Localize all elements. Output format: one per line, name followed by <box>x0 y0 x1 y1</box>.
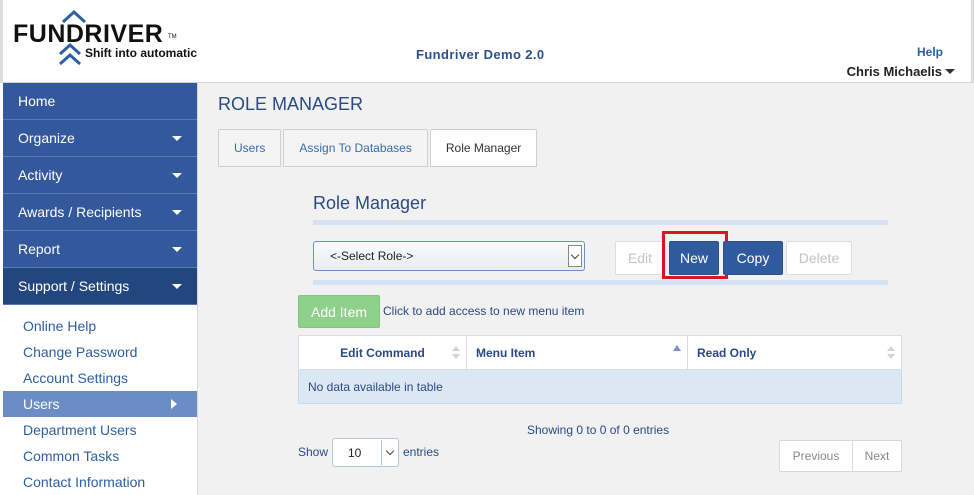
divider <box>313 220 888 225</box>
submenu-item-change-password[interactable]: Change Password <box>3 339 197 365</box>
column-header-menu-item[interactable]: Menu Item <box>466 335 688 370</box>
show-label: Show <box>298 445 329 459</box>
sidebar-item-label: Support / Settings <box>18 278 130 294</box>
table-row: No data available in table <box>298 369 902 404</box>
empty-table-message: No data available in table <box>298 369 902 404</box>
caret-down-icon <box>172 283 182 289</box>
previous-page-button[interactable]: Previous <box>780 441 853 471</box>
submenu-item-account-settings[interactable]: Account Settings <box>3 365 197 391</box>
caret-down-icon <box>945 69 955 74</box>
page-title: ROLE MANAGER <box>218 94 364 114</box>
support-settings-submenu: Online Help Change Password Account Sett… <box>3 305 197 495</box>
role-items-table: Edit Command Menu Item Read Only No data… <box>298 335 902 404</box>
sidebar-item-label: Home <box>18 93 56 109</box>
sidebar-item-label: Awards / Recipients <box>18 204 142 220</box>
page-length-select[interactable]: 10 <box>332 438 399 467</box>
page-length-value: 10 <box>348 445 362 460</box>
sidebar: Home Organize Activity Awards / Recipien… <box>3 83 198 495</box>
sidebar-item-report[interactable]: Report <box>3 231 197 268</box>
tab-role-manager[interactable]: Role Manager <box>429 129 538 167</box>
panel-title: Role Manager <box>313 193 427 213</box>
role-select-value: <-Select Role-> <box>330 249 414 263</box>
table-info: Showing 0 to 0 of 0 entries <box>527 423 670 437</box>
submenu-item-users[interactable]: Users <box>3 391 197 417</box>
sidebar-item-activity[interactable]: Activity <box>3 157 197 194</box>
user-name: Chris Michaelis <box>846 64 942 79</box>
caret-down-icon <box>172 209 182 215</box>
caret-right-icon <box>171 399 177 409</box>
chevron-down-icon <box>385 446 394 456</box>
role-manager-panel: Role Manager <-Select Role-> Edit New Co… <box>313 193 888 285</box>
tab-users[interactable]: Users <box>218 129 282 167</box>
main-content: ROLE MANAGER Users Assign To Databases R… <box>198 83 974 495</box>
caret-down-icon <box>172 246 182 252</box>
column-header-label: Read Only <box>697 345 757 360</box>
sort-icon <box>887 346 895 360</box>
next-page-button[interactable]: Next <box>853 441 901 471</box>
sidebar-item-awards-recipients[interactable]: Awards / Recipients <box>3 194 197 231</box>
divider <box>313 280 888 285</box>
edit-button[interactable]: Edit <box>615 241 665 275</box>
entries-label: entries <box>403 445 440 459</box>
sort-ascending-icon <box>673 345 681 351</box>
caret-down-icon <box>172 135 182 141</box>
logo-trademark: TM <box>168 34 177 40</box>
add-item-hint: Click to add access to new menu item <box>383 304 585 318</box>
chevron-down-icon <box>570 250 580 259</box>
pagination: Previous Next <box>779 440 902 472</box>
sidebar-item-organize[interactable]: Organize <box>3 120 197 157</box>
app-header: FUNDRIVER TM Shift into automatic Fundri… <box>0 0 974 83</box>
tab-bar: Users Assign To Databases Role Manager <box>218 129 539 167</box>
column-header-label: Edit Command <box>340 345 425 360</box>
submenu-item-online-help[interactable]: Online Help <box>3 313 197 339</box>
sidebar-item-home[interactable]: Home <box>3 83 197 120</box>
role-select[interactable]: <-Select Role-> <box>313 241 585 271</box>
sidebar-item-label: Organize <box>18 130 75 146</box>
dropdown-button[interactable] <box>381 440 397 465</box>
double-chevron-up-icon <box>58 42 82 66</box>
fundriver-logo[interactable]: FUNDRIVER TM Shift into automatic <box>11 6 211 72</box>
sidebar-item-label: Activity <box>18 167 63 183</box>
sidebar-item-label: Report <box>18 241 61 257</box>
app-title: Fundriver Demo 2.0 <box>416 47 545 62</box>
submenu-item-label: Users <box>23 396 60 412</box>
sidebar-item-support-settings[interactable]: Support / Settings <box>3 268 197 305</box>
submenu-item-common-tasks[interactable]: Common Tasks <box>3 443 197 469</box>
delete-button[interactable]: Delete <box>786 241 852 275</box>
dropdown-button[interactable] <box>568 245 582 267</box>
logo-wordmark: FUNDRIVER <box>13 20 164 48</box>
sort-icon <box>452 346 460 360</box>
tab-assign-to-databases[interactable]: Assign To Databases <box>283 129 428 167</box>
new-button[interactable]: New <box>669 241 719 275</box>
caret-down-icon <box>172 172 182 178</box>
logo-tagline: Shift into automatic <box>85 46 197 60</box>
column-header-read-only[interactable]: Read Only <box>687 335 902 370</box>
user-menu[interactable]: Chris Michaelis <box>847 64 955 79</box>
column-header-edit-command[interactable]: Edit Command <box>298 335 467 370</box>
add-item-button[interactable]: Add Item <box>298 295 380 328</box>
help-link[interactable]: Help <box>917 45 943 59</box>
submenu-item-contact-information[interactable]: Contact Information <box>3 469 197 495</box>
submenu-item-department-users[interactable]: Department Users <box>3 417 197 443</box>
table-header-row: Edit Command Menu Item Read Only <box>298 335 902 370</box>
copy-button[interactable]: Copy <box>723 241 783 275</box>
column-header-label: Menu Item <box>476 345 536 360</box>
